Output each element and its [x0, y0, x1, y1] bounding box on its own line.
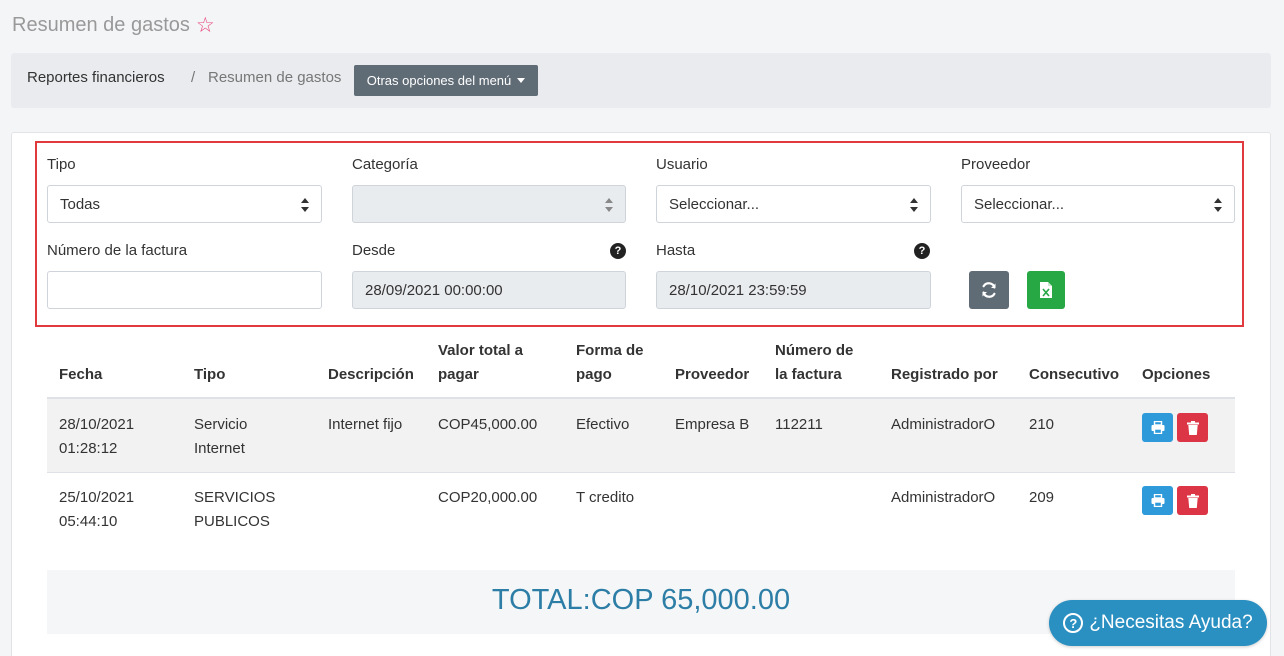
hasta-value: 28/10/2021 23:59:59	[669, 281, 807, 299]
select-arrows-icon	[605, 198, 613, 212]
question-circle-icon[interactable]: ?	[914, 243, 930, 259]
breadcrumb-current: Resumen de gastos	[208, 69, 342, 86]
cell-fecha: 25/10/2021	[59, 489, 135, 506]
categoria-label: Categoría	[352, 156, 418, 173]
caret-down-icon	[517, 78, 526, 83]
header-forma-line2[interactable]: pago	[576, 363, 612, 387]
delete-button[interactable]	[1177, 413, 1208, 442]
cell-descripcion: Internet fijo	[328, 416, 403, 433]
numero-factura-input[interactable]	[47, 271, 322, 309]
cell-registrado: AdministradorO	[891, 416, 996, 433]
header-tipo[interactable]: Tipo	[194, 363, 225, 387]
cell-numero: 112211	[775, 416, 823, 433]
cell-tipo: SERVICIOS	[194, 489, 276, 506]
trash-icon	[1186, 420, 1199, 435]
tipo-select[interactable]: Todas	[47, 185, 322, 223]
header-opciones: Opciones	[1142, 366, 1211, 383]
excel-icon	[1040, 282, 1052, 298]
export-excel-button[interactable]	[1027, 271, 1065, 309]
tipo-value: Todas	[60, 195, 101, 213]
header-consecutivo[interactable]: Consecutivo	[1029, 363, 1119, 387]
desde-input[interactable]: 28/09/2021 00:00:00	[352, 271, 626, 309]
header-forma-line1[interactable]: Forma de	[576, 339, 644, 363]
header-descripcion[interactable]: Descripción	[328, 363, 414, 387]
delete-button[interactable]	[1177, 486, 1208, 515]
page-title: Resumen de gastos ☆	[12, 14, 215, 37]
cell-fecha: 28/10/2021	[59, 416, 135, 433]
usuario-value: Seleccionar...	[669, 195, 760, 213]
desde-label: Desde	[352, 242, 396, 259]
cell-valor: COP45,000.00	[438, 416, 538, 433]
refresh-button[interactable]	[969, 271, 1009, 309]
tipo-label: Tipo	[47, 156, 76, 173]
hasta-input[interactable]: 28/10/2021 23:59:59	[656, 271, 931, 309]
categoria-select[interactable]	[352, 185, 626, 223]
proveedor-select[interactable]: Seleccionar...	[961, 185, 1235, 223]
help-label: ¿Necesitas Ayuda?	[1089, 612, 1253, 633]
usuario-label: Usuario	[656, 156, 708, 173]
breadcrumb-reportes[interactable]: Reportes financieros	[27, 69, 165, 86]
cell-consecutivo: 210	[1029, 416, 1055, 433]
select-arrows-icon	[301, 198, 309, 212]
cell-forma: Efectivo	[576, 416, 630, 433]
row-divider	[47, 472, 1235, 473]
help-button[interactable]: ? ¿Necesitas Ayuda?	[1049, 600, 1267, 646]
print-icon	[1151, 421, 1164, 434]
print-button[interactable]	[1142, 486, 1173, 515]
numero-factura-label: Número de la factura	[47, 242, 188, 259]
header-numero-line1[interactable]: Número de	[775, 339, 853, 363]
page-title-text: Resumen de gastos	[12, 14, 190, 36]
header-valor-line1[interactable]: Valor total a	[438, 339, 523, 363]
header-valor-line2[interactable]: pagar	[438, 363, 479, 387]
cell-hora: 05:44:10	[59, 513, 118, 530]
select-arrows-icon	[910, 198, 918, 212]
usuario-select[interactable]: Seleccionar...	[656, 185, 931, 223]
proveedor-value: Seleccionar...	[974, 195, 1065, 213]
header-registrado[interactable]: Registrado por	[891, 363, 998, 387]
refresh-icon	[982, 282, 996, 298]
print-button[interactable]	[1142, 413, 1173, 442]
other-menu-options-label: Otras opciones del menú	[366, 73, 512, 88]
cell-valor: COP20,000.00	[438, 489, 538, 506]
header-proveedor[interactable]: Proveedor	[675, 363, 749, 387]
trash-icon	[1186, 493, 1199, 508]
cell-tipo-line2: PUBLICOS	[194, 513, 270, 530]
hasta-label: Hasta	[656, 242, 696, 259]
cell-registrado: AdministradorO	[891, 489, 996, 506]
breadcrumb-separator: /	[191, 69, 196, 86]
header-fecha[interactable]: Fecha	[59, 363, 102, 387]
cell-tipo-line2: Internet	[194, 440, 245, 457]
cell-consecutivo: 209	[1029, 489, 1055, 506]
cell-proveedor: Empresa B	[675, 416, 750, 433]
select-arrows-icon	[1214, 198, 1222, 212]
cell-forma: T credito	[576, 489, 635, 506]
header-numero-line2[interactable]: la factura	[775, 363, 842, 387]
proveedor-label: Proveedor	[961, 156, 1031, 173]
cell-hora: 01:28:12	[59, 440, 118, 457]
other-menu-options-button[interactable]: Otras opciones del menú	[354, 65, 538, 96]
print-icon	[1151, 494, 1164, 507]
question-circle-icon[interactable]: ?	[610, 243, 626, 259]
star-icon[interactable]: ☆	[196, 15, 215, 36]
cell-tipo: Servicio	[194, 416, 248, 433]
breadcrumb: Reportes financieros / Resumen de gastos…	[11, 53, 1271, 108]
desde-value: 28/09/2021 00:00:00	[365, 281, 503, 299]
question-circle-icon: ?	[1063, 613, 1084, 633]
